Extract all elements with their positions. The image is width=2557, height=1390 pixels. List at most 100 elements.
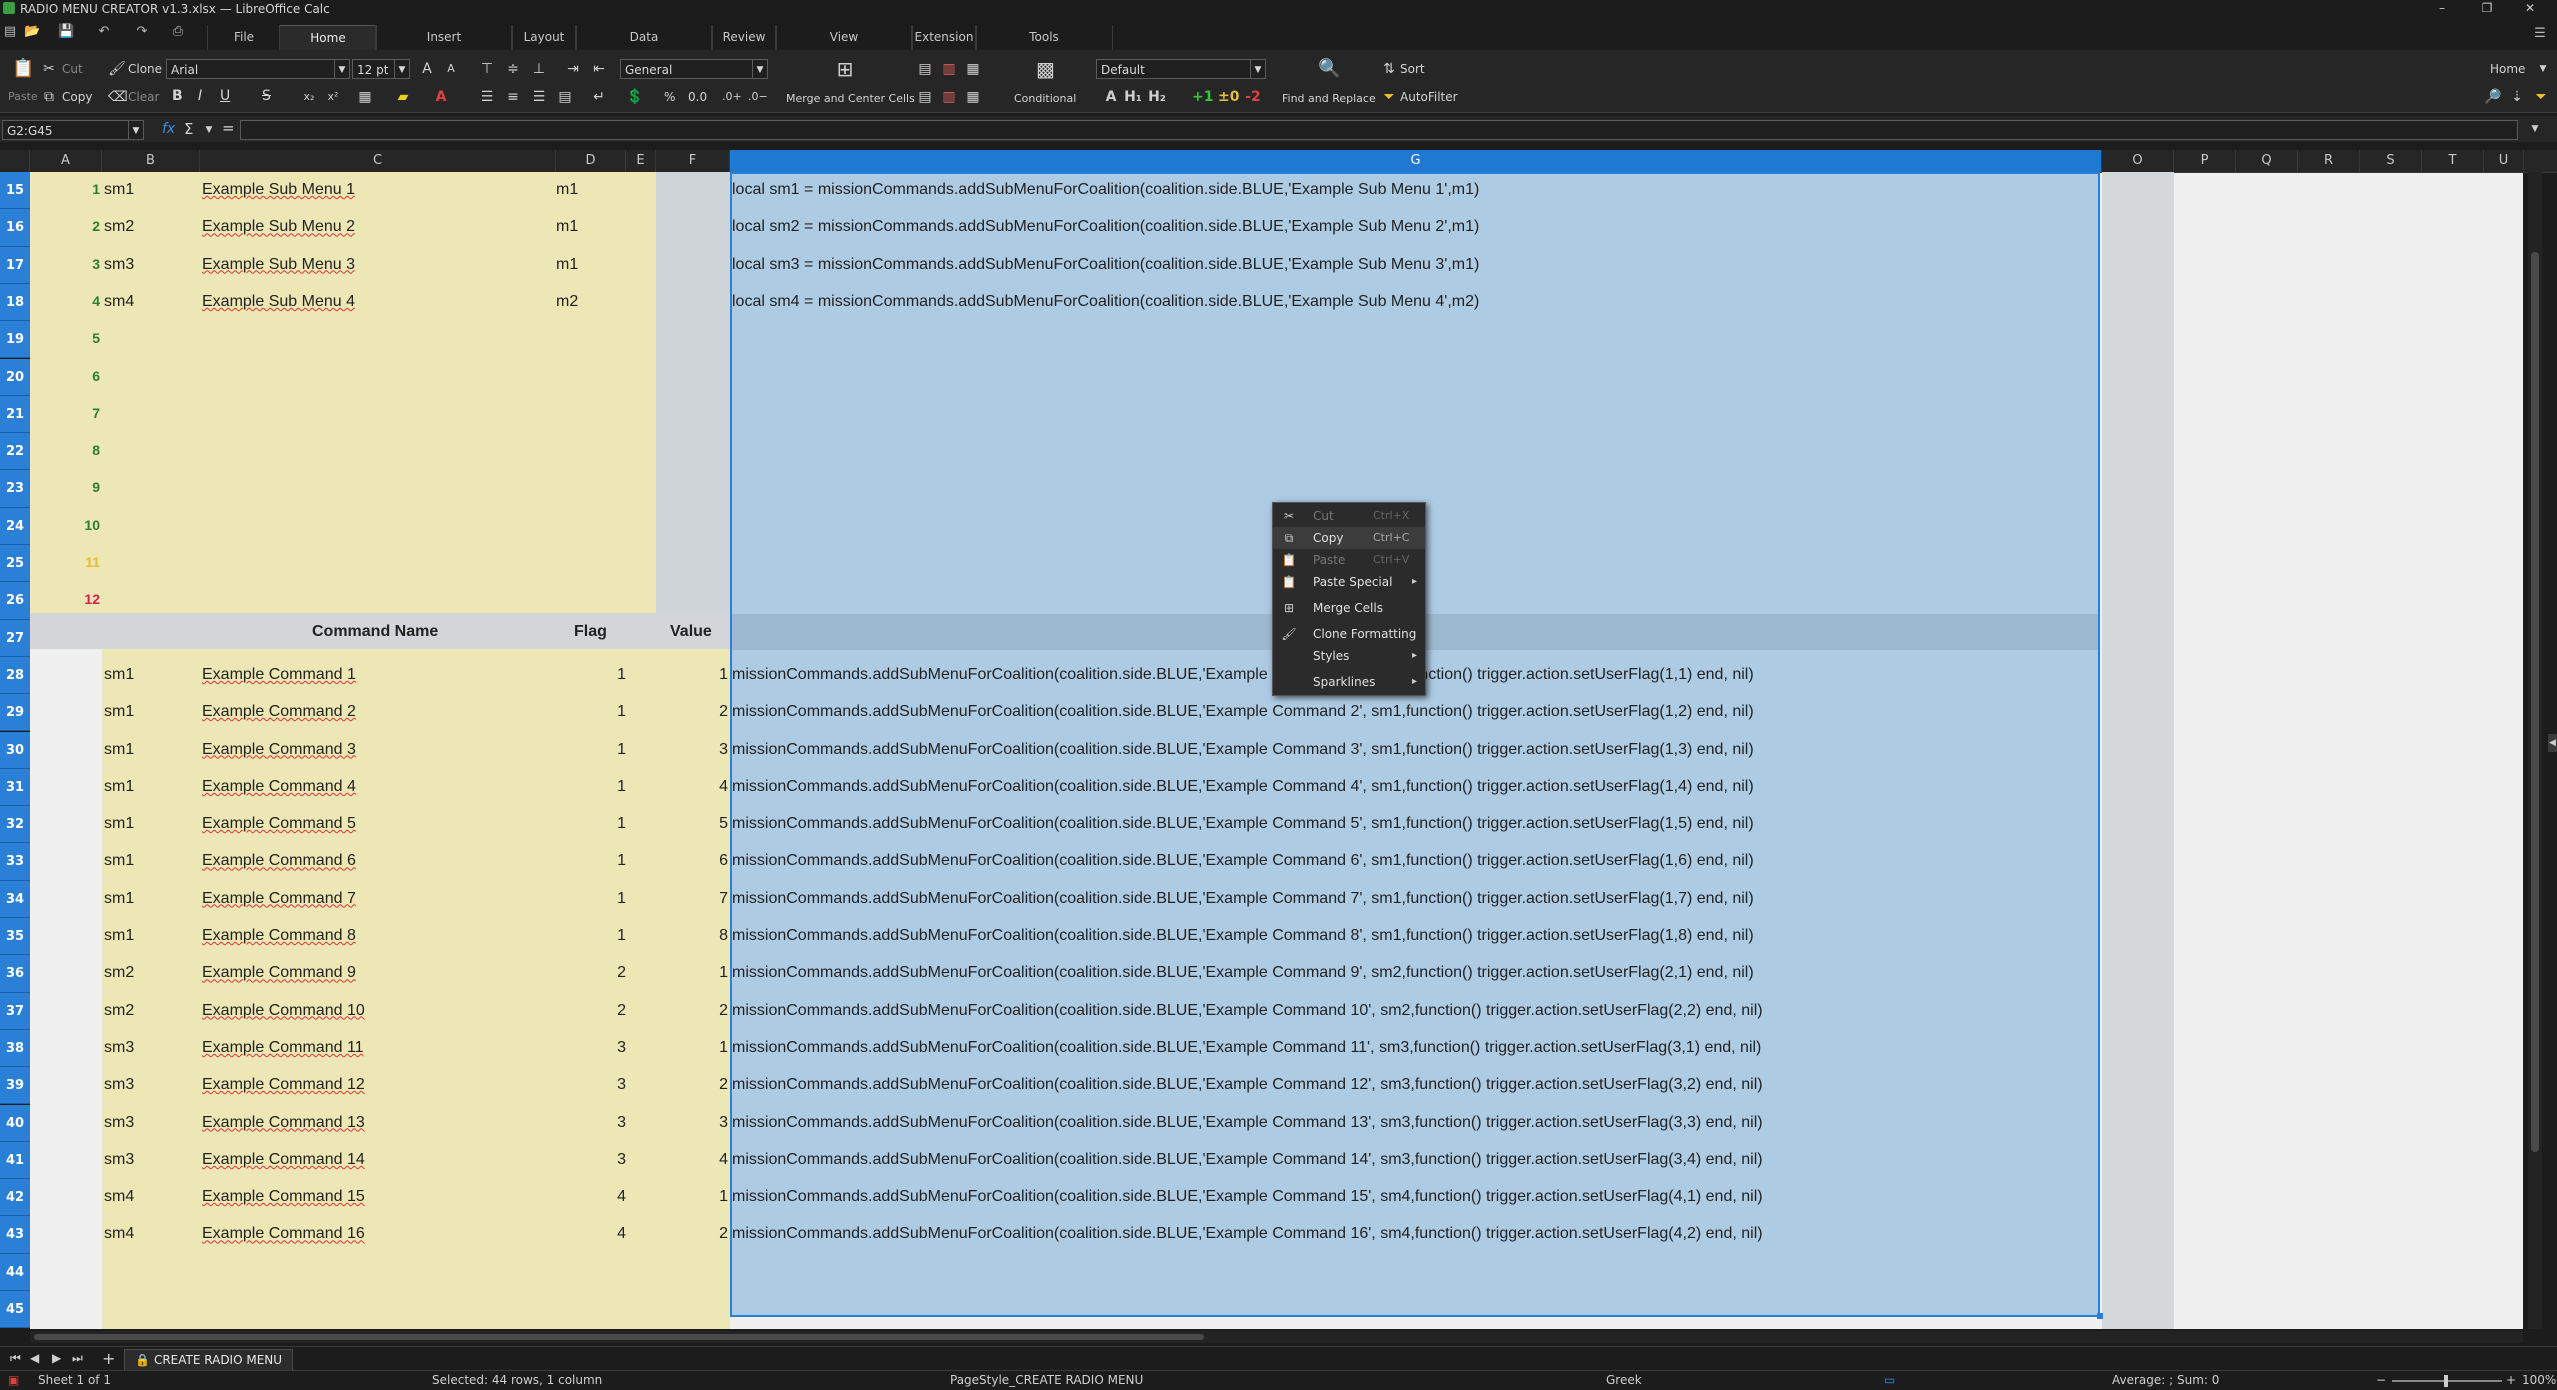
row-header[interactable]: 24 bbox=[0, 507, 30, 545]
command-name[interactable]: Example Command 4 bbox=[202, 778, 356, 796]
decimal-format-button[interactable]: 0.0 bbox=[688, 90, 707, 104]
delete-rows-icon[interactable]: ▤ bbox=[916, 88, 934, 106]
zoom-slider[interactable] bbox=[2392, 1375, 2502, 1387]
submenu-parent[interactable]: m1 bbox=[556, 218, 578, 236]
command-flag[interactable]: 1 bbox=[556, 927, 626, 945]
row-header[interactable]: 20 bbox=[0, 358, 30, 396]
command-name[interactable]: Example Command 15 bbox=[202, 1188, 365, 1206]
sort-icon[interactable]: ⇅ bbox=[1380, 60, 1398, 78]
command-name[interactable]: Example Command 14 bbox=[202, 1151, 365, 1169]
submenu-index[interactable]: 1 bbox=[30, 181, 100, 197]
column-header-t[interactable]: T bbox=[2422, 150, 2484, 172]
find-replace-button[interactable]: Find and Replace bbox=[1282, 92, 1376, 105]
context-menu-item-clone-formatting[interactable]: 🖌 Clone Formatting bbox=[1273, 623, 1425, 645]
command-code[interactable]: missionCommands.addSubMenuForCoalition(c… bbox=[732, 890, 1754, 908]
command-submenu[interactable]: sm1 bbox=[104, 703, 134, 721]
add-decimal-icon[interactable]: .0+ bbox=[722, 88, 742, 106]
command-submenu[interactable]: sm1 bbox=[104, 778, 134, 796]
submenu-index[interactable]: 5 bbox=[30, 330, 100, 346]
command-name[interactable]: Example Command 16 bbox=[202, 1225, 365, 1243]
indent-increase-icon[interactable]: ⇥ bbox=[564, 60, 582, 78]
tab-extension[interactable]: Extension bbox=[911, 25, 977, 50]
command-submenu[interactable]: sm4 bbox=[104, 1225, 134, 1243]
command-flag[interactable]: 2 bbox=[556, 964, 626, 982]
submenu-parent[interactable]: m1 bbox=[556, 256, 578, 274]
zoom-find-icon[interactable]: 🔎 bbox=[2484, 88, 2502, 106]
minimize-icon[interactable]: – bbox=[2422, 1, 2462, 15]
sidebar-toggle[interactable]: ◀ bbox=[2548, 734, 2557, 752]
submenu-label[interactable]: Example Sub Menu 4 bbox=[202, 293, 355, 311]
column-header-p[interactable]: P bbox=[2174, 150, 2236, 172]
command-flag[interactable]: 1 bbox=[556, 815, 626, 833]
underline-button[interactable]: U bbox=[220, 88, 230, 104]
clear-button[interactable]: Clear bbox=[128, 90, 159, 104]
command-submenu[interactable]: sm1 bbox=[104, 890, 134, 908]
command-value[interactable]: 1 bbox=[656, 666, 728, 684]
command-flag[interactable]: 2 bbox=[556, 1002, 626, 1020]
command-submenu[interactable]: sm1 bbox=[104, 741, 134, 759]
language[interactable]: Greek bbox=[1606, 1373, 1642, 1387]
save-icon[interactable]: 💾 bbox=[58, 24, 74, 40]
subscript-icon[interactable]: x₂ bbox=[300, 88, 318, 106]
context-menu-item-paste[interactable]: 📋 Paste Ctrl+V bbox=[1273, 549, 1425, 571]
command-value[interactable]: 6 bbox=[656, 852, 728, 870]
align-right-icon[interactable]: ☰ bbox=[530, 88, 548, 106]
style-neutral-icon[interactable]: ±0 bbox=[1218, 88, 1239, 106]
sort-ascending-icon[interactable]: ⇣ bbox=[2508, 88, 2526, 106]
command-flag[interactable]: 1 bbox=[556, 890, 626, 908]
submenu-label[interactable]: Example Sub Menu 3 bbox=[202, 256, 355, 274]
clone-button[interactable]: Clone bbox=[128, 62, 162, 76]
command-submenu[interactable]: sm1 bbox=[104, 852, 134, 870]
delete-columns-icon[interactable]: ▥ bbox=[940, 88, 958, 106]
submenu-parent[interactable]: m2 bbox=[556, 293, 578, 311]
autofilter-icon[interactable]: ⏷ bbox=[1380, 88, 1398, 106]
style-heading1-icon[interactable]: H₁ bbox=[1124, 88, 1142, 106]
context-menu-item-copy[interactable]: ⧉ Copy Ctrl+C bbox=[1273, 527, 1425, 549]
vertical-scrollbar[interactable] bbox=[2528, 172, 2542, 1329]
command-submenu[interactable]: sm2 bbox=[104, 1002, 134, 1020]
command-flag[interactable]: 1 bbox=[556, 666, 626, 684]
style-bad-icon[interactable]: -2 bbox=[1244, 88, 1262, 106]
tab-insert[interactable]: Insert bbox=[375, 25, 513, 50]
command-name[interactable]: Example Command 11 bbox=[202, 1039, 364, 1057]
column-header-q[interactable]: Q bbox=[2236, 150, 2298, 172]
command-flag[interactable]: 1 bbox=[556, 703, 626, 721]
sum-icon[interactable]: Σ bbox=[184, 120, 193, 138]
command-flag[interactable]: 4 bbox=[556, 1225, 626, 1243]
name-box[interactable]: G2:G45 ▼ bbox=[2, 120, 144, 140]
row-header[interactable]: 17 bbox=[0, 246, 30, 284]
command-flag[interactable]: 1 bbox=[556, 741, 626, 759]
horizontal-scrollbar[interactable] bbox=[30, 1331, 2523, 1343]
column-header-f[interactable]: F bbox=[656, 150, 730, 172]
command-value[interactable]: 2 bbox=[656, 1002, 728, 1020]
submenu-index[interactable]: 10 bbox=[30, 517, 100, 533]
tab-layout[interactable]: Layout bbox=[511, 25, 577, 50]
chevron-down-icon[interactable]: ▼ bbox=[2534, 60, 2552, 78]
maximize-icon[interactable]: ❐ bbox=[2467, 1, 2507, 15]
align-middle-icon[interactable]: ≑ bbox=[504, 60, 522, 78]
command-value[interactable]: 7 bbox=[656, 890, 728, 908]
column-header-c[interactable]: C bbox=[200, 150, 556, 172]
row-header[interactable]: 30 bbox=[0, 731, 30, 769]
tab-view[interactable]: View bbox=[775, 25, 913, 50]
row-header[interactable]: 26 bbox=[0, 582, 30, 620]
last-sheet-icon[interactable]: ⏭ bbox=[72, 1351, 83, 1366]
clear-icon[interactable]: ⌫ bbox=[108, 88, 128, 106]
formula-input[interactable] bbox=[240, 120, 2518, 140]
command-name[interactable]: Example Command 5 bbox=[202, 815, 356, 833]
column-header-u[interactable]: U bbox=[2484, 150, 2524, 172]
row-header[interactable]: 33 bbox=[0, 843, 30, 881]
cut-icon[interactable]: ✂ bbox=[40, 60, 58, 78]
row-header[interactable]: 29 bbox=[0, 694, 30, 732]
highlight-color-icon[interactable]: ▰ bbox=[394, 88, 412, 106]
style-good-icon[interactable]: +1 bbox=[1192, 88, 1213, 106]
add-sheet-icon[interactable]: + bbox=[102, 1349, 115, 1368]
bold-button[interactable]: B bbox=[172, 88, 183, 104]
submenu-name[interactable]: sm4 bbox=[104, 293, 134, 311]
row-header[interactable]: 21 bbox=[0, 395, 30, 434]
close-icon[interactable]: ✕ bbox=[2510, 1, 2550, 15]
row-header[interactable]: 28 bbox=[0, 656, 30, 695]
remove-decimal-icon[interactable]: .0− bbox=[748, 88, 768, 106]
align-bottom-icon[interactable]: ⊥ bbox=[530, 60, 548, 78]
percent-button[interactable]: % bbox=[664, 90, 675, 104]
